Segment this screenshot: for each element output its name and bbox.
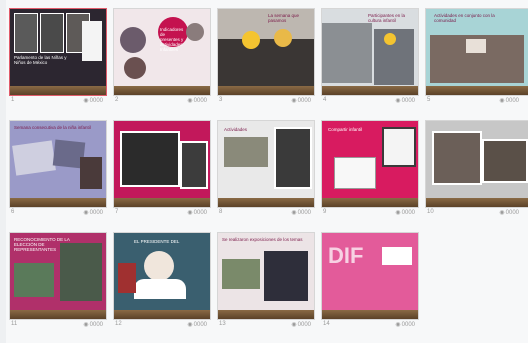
slide-thumbnail[interactable]: Parlamento de las Niñas y Niños de Méxic…: [9, 8, 107, 96]
slide-number: 13: [219, 321, 226, 327]
eye-icon: ◉: [499, 98, 505, 104]
slide-thumbnail[interactable]: Actividades: [217, 120, 315, 208]
eye-icon: ◉: [83, 210, 89, 216]
slide-views: ◉0000: [291, 98, 311, 104]
slide-number: 4: [323, 97, 327, 103]
slide-number: 10: [427, 209, 434, 215]
slide-title: Indicadores de presentes y actividades I…: [160, 27, 184, 52]
slide-thumbnail[interactable]: Participantes en la cultura infantil: [321, 8, 419, 96]
slide-thumbnail[interactable]: La semana que pasamos: [217, 8, 315, 96]
slide-views: ◉0000: [291, 322, 311, 328]
slide-thumbnail[interactable]: RECONOCIMIENTO DE LA ELECCIÓN DE REPRESE…: [9, 232, 107, 320]
eye-icon: ◉: [187, 210, 193, 216]
slide-title: Se realizaron exposiciones de los temas: [222, 237, 303, 242]
slide-views: ◉0000: [499, 210, 519, 216]
slide-number: 1: [11, 97, 15, 103]
slide-card[interactable]: Participantes en la cultura infantil 4 ◉0…: [321, 8, 419, 108]
slide-number: 8: [219, 209, 223, 215]
slide-card[interactable]: Compartir infantil 9 ◉0000: [321, 120, 419, 220]
slide-number: 3: [219, 97, 223, 103]
slide-thumbnail[interactable]: Compartir infantil: [321, 120, 419, 208]
eye-icon: ◉: [187, 98, 193, 104]
slide-title: EL PRESIDENTE DEL: [134, 239, 180, 244]
eye-icon: ◉: [499, 210, 505, 216]
slide-thumbnail[interactable]: Semana consecutiva de la niña infantil: [9, 120, 107, 208]
slide-title: Actividades en conjunto con la comunidad: [434, 13, 495, 23]
slide-thumbnail[interactable]: Actividades en conjunto con la comunidad: [425, 8, 528, 96]
slide-card[interactable]: Actividades en conjunto con la comunidad…: [425, 8, 528, 108]
slide-views: ◉0000: [499, 98, 519, 104]
slide-number: 6: [11, 209, 15, 215]
slide-card[interactable]: 10 ◉0000: [425, 120, 528, 220]
slide-card[interactable]: Se realizaron exposiciones de los temas …: [217, 232, 315, 332]
slide-views: ◉0000: [187, 210, 207, 216]
slide-views: ◉0000: [291, 210, 311, 216]
eye-icon: ◉: [291, 98, 297, 104]
slide-views: ◉0000: [395, 98, 415, 104]
slide-title: Parlamento de las Niñas y Niños de Méxic…: [14, 55, 67, 65]
slide-views: ◉0000: [83, 98, 103, 104]
slide-number: 7: [115, 209, 119, 215]
slide-title: Participantes en la cultura infantil: [368, 13, 406, 23]
slide-card[interactable]: Parlamento de las Niñas y Niños de Méxic…: [9, 8, 107, 108]
eye-icon: ◉: [83, 322, 89, 328]
slide-thumbnail[interactable]: [425, 120, 528, 208]
slide-thumbnail[interactable]: [113, 120, 211, 208]
slide-title: Semana consecutiva de la niña infantil: [14, 125, 91, 130]
slide-number: 2: [115, 97, 119, 103]
slide-number: 11: [11, 321, 18, 327]
eye-icon: ◉: [395, 322, 401, 328]
slide-card[interactable]: 7 ◉0000: [113, 120, 211, 220]
slide-thumbnail[interactable]: Indicadores de presentes y actividades I…: [113, 8, 211, 96]
slide-card[interactable]: DIF 14 ◉0000: [321, 232, 419, 332]
slide-views: ◉0000: [187, 98, 207, 104]
eye-icon: ◉: [395, 210, 401, 216]
slide-title: Actividades: [224, 127, 248, 132]
slide-number: 14: [323, 321, 330, 327]
eye-icon: ◉: [83, 98, 89, 104]
slide-number: 9: [323, 209, 327, 215]
slide-card[interactable]: La semana que pasamos 3 ◉0000: [217, 8, 315, 108]
slide-card[interactable]: Semana consecutiva de la niña infantil 6…: [9, 120, 107, 220]
slide-thumbnail[interactable]: DIF: [321, 232, 419, 320]
slide-card[interactable]: Actividades 8 ◉0000: [217, 120, 315, 220]
slide-views: ◉0000: [83, 210, 103, 216]
slide-views: ◉0000: [83, 322, 103, 328]
slide-card[interactable]: Indicadores de presentes y actividades I…: [113, 8, 211, 108]
slide-thumbnail[interactable]: Se realizaron exposiciones de los temas: [217, 232, 315, 320]
slide-card[interactable]: RECONOCIMIENTO DE LA ELECCIÓN DE REPRESE…: [9, 232, 107, 332]
slide-card[interactable]: EL PRESIDENTE DEL 12 ◉0000: [113, 232, 211, 332]
slide-number: 12: [115, 321, 122, 327]
eye-icon: ◉: [291, 322, 297, 328]
slide-title: Compartir infantil: [328, 127, 363, 132]
eye-icon: ◉: [187, 322, 193, 328]
slide-title: RECONOCIMIENTO DE LA ELECCIÓN DE REPRESE…: [14, 237, 70, 252]
slide-thumbnail[interactable]: EL PRESIDENTE DEL: [113, 232, 211, 320]
eye-icon: ◉: [291, 210, 297, 216]
slide-views: ◉0000: [187, 322, 207, 328]
slide-number: 5: [427, 97, 431, 103]
eye-icon: ◉: [395, 98, 401, 104]
slide-title: DIF: [328, 243, 364, 268]
slide-views: ◉0000: [395, 322, 415, 328]
slide-title: La semana que pasamos: [268, 13, 300, 23]
slide-views: ◉0000: [395, 210, 415, 216]
